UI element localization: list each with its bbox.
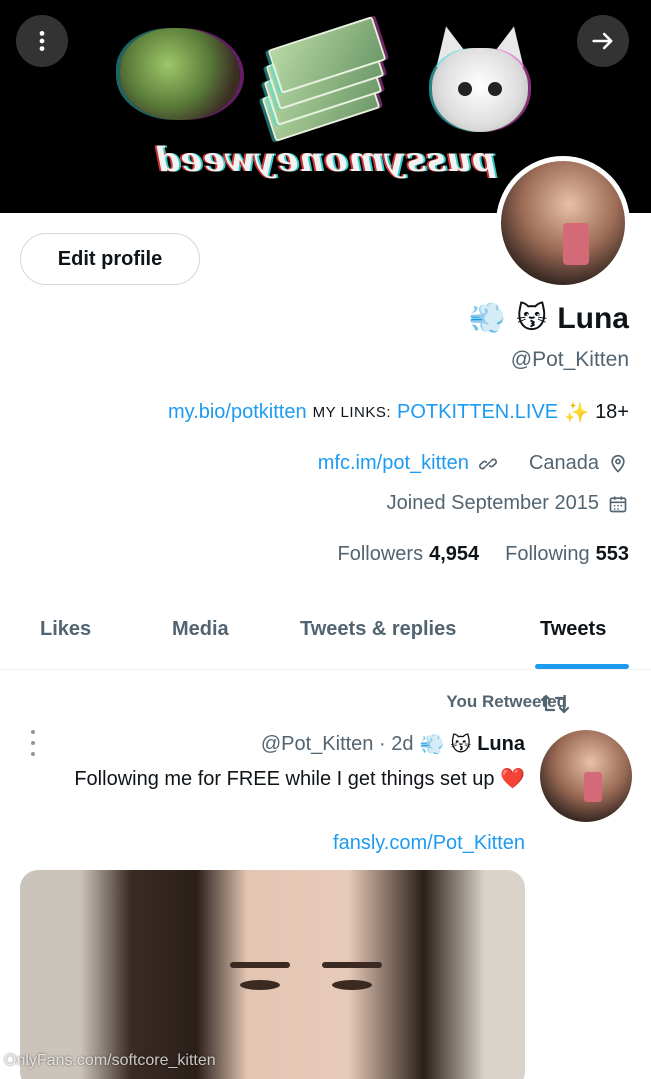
tab-likes[interactable]: Likes	[40, 618, 91, 641]
tab-tweets[interactable]: Tweets	[540, 618, 606, 641]
location-icon	[607, 453, 629, 475]
watermark: OnlyFans.com/softcore_kitten	[4, 1052, 216, 1069]
tweet-link[interactable]: fansly.com/Pot_Kitten	[333, 832, 525, 855]
tweet-header: @Pot_Kitten · 2d 💨 😽 Luna	[261, 732, 525, 757]
tweet-body: Following me for FREE while I get things…	[74, 768, 495, 790]
profile-avatar[interactable]	[496, 156, 630, 290]
dash-emoji: 💨	[468, 302, 507, 335]
tweet-author-name[interactable]: Luna	[477, 733, 525, 756]
profile-joined-row: Joined September 2015	[387, 492, 629, 515]
profile-name-row: 💨 😽 Luna	[469, 302, 629, 336]
following-label[interactable]: Following	[505, 543, 589, 566]
bio-age: 18+	[595, 401, 629, 423]
bio-site-link[interactable]: POTKITTEN.LIVE	[397, 401, 558, 424]
profile-location: Canada	[528, 452, 599, 474]
profile-handle: @Pot_Kitten	[510, 348, 629, 371]
link-icon	[477, 453, 499, 475]
tab-tweets-replies[interactable]: Tweets & replies	[300, 618, 456, 641]
retweet-context: You Retweeted	[446, 692, 567, 711]
edit-profile-button[interactable]: Edit profile	[20, 233, 200, 285]
profile-joined: Joined September 2015	[386, 492, 599, 514]
tweet-more-icon[interactable]	[28, 730, 38, 756]
more-vertical-icon	[39, 31, 45, 51]
arrow-right-icon	[592, 32, 613, 50]
following-count[interactable]: 553	[596, 543, 629, 566]
calendar-icon	[607, 493, 629, 515]
tweet-cat-emoji: 😽	[450, 734, 472, 756]
forward-button[interactable]	[577, 15, 629, 67]
followers-label[interactable]: Followers	[338, 543, 424, 566]
heart-emoji: ❤️	[500, 768, 525, 790]
followers-count[interactable]: 4,954	[429, 543, 479, 566]
profile-tabs: Tweets Tweets & replies Media Likes	[0, 600, 651, 670]
banner-art-cat	[428, 22, 532, 136]
follow-stats: Followers 4,954 Following 553	[338, 543, 630, 566]
tweet-dash-emoji: 💨	[419, 734, 445, 756]
profile-bio: my.bio/potkitten MY LINKS: POTKITTEN.LIV…	[168, 400, 629, 425]
profile-name: Luna	[557, 302, 629, 335]
tweet-media-image[interactable]	[20, 870, 525, 1079]
bio-links-label: MY LINKS:	[312, 404, 391, 421]
banner-art-money	[261, 16, 387, 142]
kissing-cat-emoji: 😽	[516, 302, 548, 335]
profile-meta-row: mfc.im/pot_kitten Canada	[318, 452, 629, 475]
more-button[interactable]	[16, 15, 68, 67]
tweet-handle-time: @Pot_Kitten · 2d	[260, 733, 414, 755]
tab-media[interactable]: Media	[172, 618, 229, 641]
banner-art-bud	[120, 28, 240, 120]
bio-links-url[interactable]: my.bio/potkitten	[168, 401, 307, 424]
tweet-text: Following me for FREE while I get things…	[45, 764, 525, 794]
profile-website-link[interactable]: mfc.im/pot_kitten	[318, 452, 469, 475]
active-tab-indicator	[535, 664, 629, 669]
tweet-avatar[interactable]	[540, 730, 632, 822]
sparkle-emoji: ✨	[564, 402, 590, 424]
